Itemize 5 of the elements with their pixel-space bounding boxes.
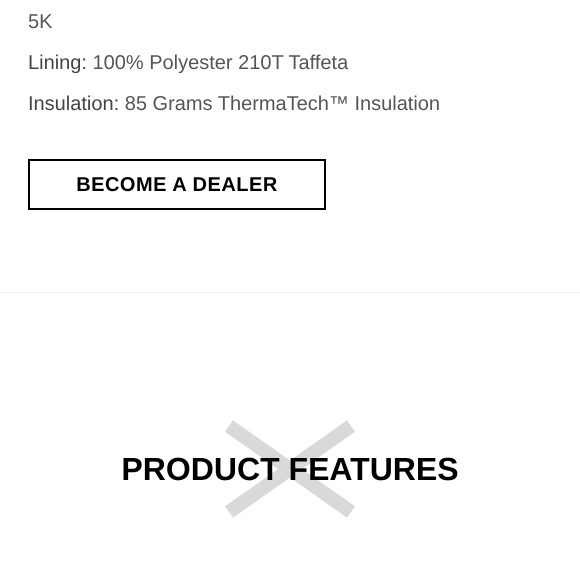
become-dealer-button[interactable]: BECOME A DEALER (28, 159, 326, 210)
section-heading: PRODUCT FEATURES (121, 450, 459, 489)
spec-text: 5K (28, 10, 54, 34)
spec-text: Lining: 100% Polyester 210T Taffeta (28, 51, 350, 75)
spec-text: Insulation: 85 Grams ThermaTech™ Insulation (28, 92, 442, 116)
